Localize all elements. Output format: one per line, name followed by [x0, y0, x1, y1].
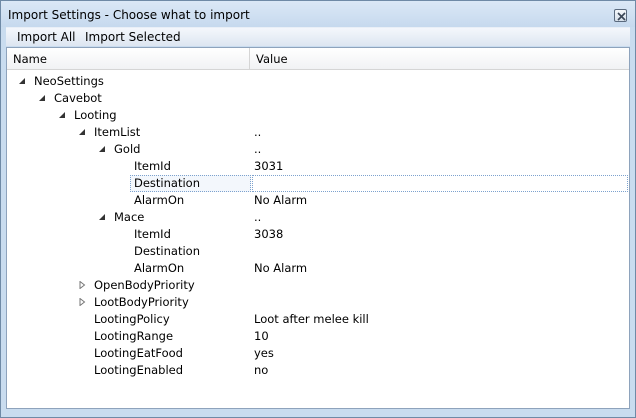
tree-row-label: AlarmOn — [134, 261, 185, 275]
import-settings-window: Import Settings - Choose what to import … — [0, 0, 636, 418]
tree-row-value: no — [254, 363, 269, 377]
tree-row-value: Loot after melee kill — [254, 312, 369, 326]
expanded-triangle-icon[interactable] — [78, 128, 86, 136]
tree-row-mace-alarmon[interactable]: AlarmOn No Alarm — [7, 260, 629, 277]
tree-row-label: Mace — [114, 210, 145, 224]
value-column-header[interactable]: Value — [250, 48, 629, 70]
tree-row-value: .. — [254, 125, 262, 139]
expanded-triangle-icon[interactable] — [18, 77, 26, 85]
tree-row-label: ItemList — [94, 125, 141, 139]
tree-row-value: 3031 — [254, 159, 284, 173]
tree-row-label: LootBodyPriority — [94, 295, 189, 309]
expanded-triangle-icon[interactable] — [58, 111, 66, 119]
import-selected-menu-item[interactable]: Import Selected — [82, 30, 184, 44]
tree-row-label: LootingRange — [94, 329, 174, 343]
tree-row-label: AlarmOn — [134, 193, 185, 207]
tree-row-mace[interactable]: Mace .. — [7, 209, 629, 226]
tree-row-label: Destination — [134, 244, 200, 258]
tree-row-gold-alarmon[interactable]: AlarmOn No Alarm — [7, 192, 629, 209]
collapsed-triangle-icon[interactable] — [78, 281, 86, 289]
tree-row-label: OpenBodyPriority — [94, 278, 195, 292]
tree-row-neosettings[interactable]: NeoSettings — [7, 73, 629, 90]
tree-row-lootingenabled[interactable]: LootingEnabled no — [7, 362, 629, 379]
tree-row-looting[interactable]: Looting — [7, 107, 629, 124]
menu-bar: Import All Import Selected — [6, 27, 630, 46]
tree-row-label: ItemId — [134, 159, 171, 173]
tree-row-mace-destination[interactable]: Destination — [7, 243, 629, 260]
tree-row-gold-itemid[interactable]: ItemId 3031 — [7, 158, 629, 175]
settings-tree-list[interactable]: Name Value NeoSettings Cavebot Looting I… — [6, 47, 630, 409]
tree-row-mace-itemid[interactable]: ItemId 3038 — [7, 226, 629, 243]
window-title: Import Settings - Choose what to import — [8, 8, 250, 22]
tree-row-value: yes — [254, 346, 274, 360]
expanded-triangle-icon[interactable] — [98, 213, 106, 221]
expanded-triangle-icon[interactable] — [98, 145, 106, 153]
tree-row-label: Cavebot — [54, 91, 102, 105]
name-column-header[interactable]: Name — [7, 48, 250, 70]
destination-value-editor[interactable] — [252, 175, 628, 192]
tree-row-label: Destination — [134, 176, 200, 190]
tree-row-value: 3038 — [254, 227, 284, 241]
column-header: Name Value — [7, 48, 629, 70]
tree-row-lootingrange[interactable]: LootingRange 10 — [7, 328, 629, 345]
close-button[interactable] — [614, 9, 627, 22]
title-bar[interactable]: Import Settings - Choose what to import — [1, 1, 635, 27]
tree-row-label: NeoSettings — [34, 74, 104, 88]
tree-row-gold[interactable]: Gold .. — [7, 141, 629, 158]
tree-row-lootbodypriority[interactable]: LootBodyPriority — [7, 294, 629, 311]
tree-row-lootingeatfood[interactable]: LootingEatFood yes — [7, 345, 629, 362]
tree-row-label: Gold — [114, 142, 141, 156]
tree-row-label: LootingEnabled — [94, 363, 184, 377]
close-icon — [617, 12, 626, 21]
tree-row-cavebot[interactable]: Cavebot — [7, 90, 629, 107]
tree-row-label: LootingPolicy — [94, 312, 170, 326]
expanded-triangle-icon[interactable] — [38, 94, 46, 102]
tree-row-value: No Alarm — [254, 193, 308, 207]
tree-row-value: .. — [254, 142, 262, 156]
tree-row-openbodypriority[interactable]: OpenBodyPriority — [7, 277, 629, 294]
tree-row-value: .. — [254, 210, 262, 224]
tree-row-value: 10 — [254, 329, 269, 343]
tree-row-value: No Alarm — [254, 261, 308, 275]
import-all-menu-item[interactable]: Import All — [14, 30, 79, 44]
tree-row-label: LootingEatFood — [94, 346, 183, 360]
collapsed-triangle-icon[interactable] — [78, 298, 86, 306]
tree-row-lootingpolicy[interactable]: LootingPolicy Loot after melee kill — [7, 311, 629, 328]
tree-row-itemlist[interactable]: ItemList .. — [7, 124, 629, 141]
tree-row-label: Looting — [74, 108, 117, 122]
tree-row-gold-destination[interactable]: Destination — [7, 175, 629, 192]
tree-row-label: ItemId — [134, 227, 171, 241]
